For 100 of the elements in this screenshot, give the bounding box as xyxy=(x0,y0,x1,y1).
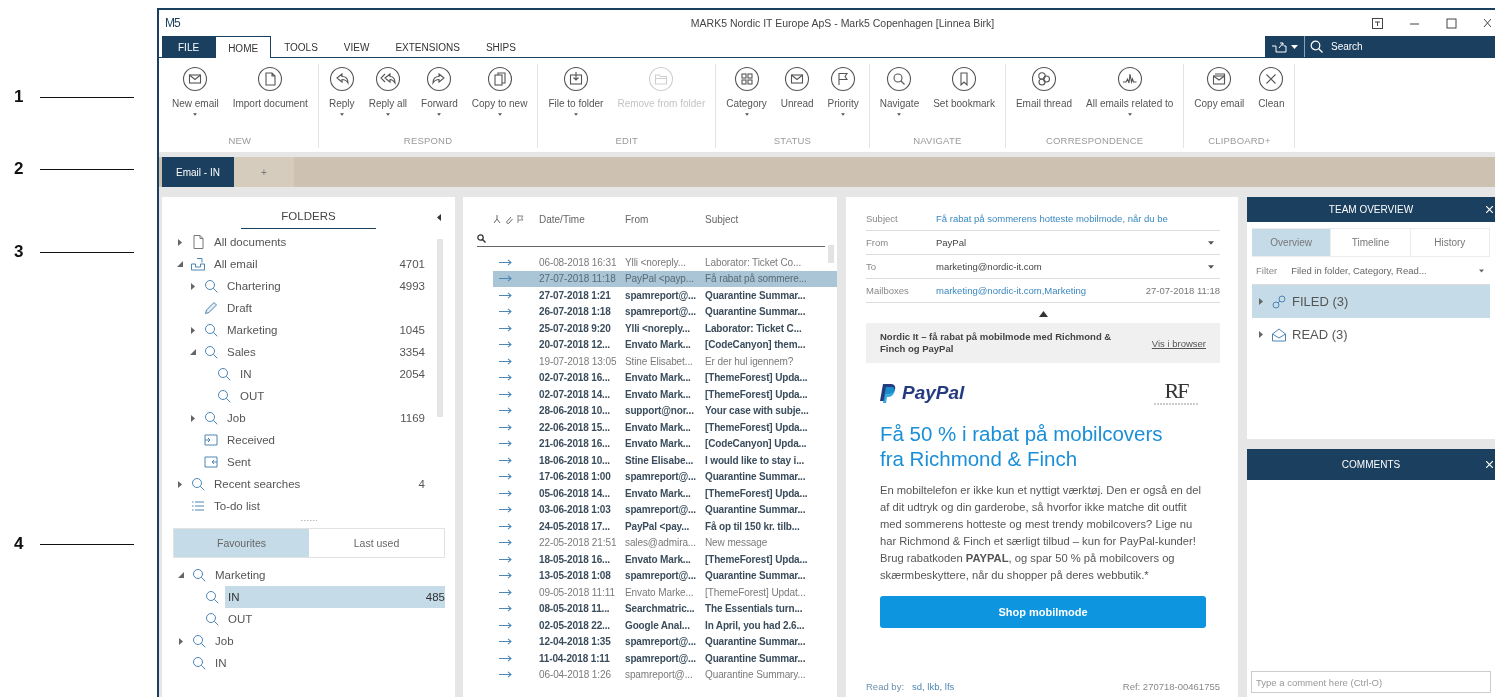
tree-item[interactable]: FILED (3) xyxy=(1252,285,1490,318)
email-row[interactable]: 22-06-2018 15... Envato Mark... [ThemeForest] Upda... xyxy=(493,419,837,436)
tree-item[interactable]: Chartering 4993 xyxy=(224,275,425,297)
email-row[interactable]: 19-07-2018 13:05 Stine Elisabet... Er der hul igennem? xyxy=(493,353,837,370)
email-row[interactable]: 21-06-2018 16... Envato Mark... [CodeCanyon] Upda... xyxy=(493,435,837,452)
email-row[interactable]: 22-05-2018 21:51 sales@admira... New message xyxy=(493,534,837,551)
menu-tab[interactable]: SHIPS xyxy=(472,36,529,57)
caret-icon[interactable] xyxy=(1291,44,1298,49)
tree-item[interactable]: To-do list xyxy=(211,495,425,517)
tree-item[interactable]: Job 1169 xyxy=(224,407,425,429)
menu-tab[interactable]: EXTENSIONS xyxy=(382,36,473,57)
caret-icon[interactable] xyxy=(1208,264,1214,269)
column-header[interactable]: Subject xyxy=(705,213,821,225)
tree-item[interactable]: All email 4701 xyxy=(211,253,425,275)
tree-item[interactable]: Job xyxy=(212,630,445,652)
scrollbar[interactable] xyxy=(828,245,834,263)
ribbon-button[interactable]: Copy email xyxy=(1190,64,1249,122)
tree-item[interactable]: READ (3) xyxy=(1252,318,1490,351)
resize-grip-icon[interactable] xyxy=(300,519,317,522)
ribbon-button[interactable]: Forward xyxy=(417,64,462,122)
close-icon[interactable] xyxy=(1486,461,1493,468)
email-row[interactable]: 18-05-2018 16... Envato Mark... [ThemeForest] Upda... xyxy=(493,551,837,568)
date-cell-text: 18-05-2018 16... xyxy=(539,553,611,565)
search-field[interactable]: Search xyxy=(1329,40,1483,53)
menu-tab[interactable]: TOOLS xyxy=(271,36,331,57)
panel-tab[interactable]: Favourites xyxy=(174,529,309,557)
collapse-panel-icon[interactable] xyxy=(437,214,441,221)
ribbon-button[interactable]: Set bookmark xyxy=(929,64,999,122)
caret-icon[interactable] xyxy=(1208,240,1214,245)
email-row[interactable]: 06-08-2018 16:31 Ylli <noreply... Laborator: Ticket Co... xyxy=(493,254,837,271)
ribbon-button[interactable]: Copy to new xyxy=(467,64,532,122)
email-row[interactable]: 08-05-2018 11... Searchmatric... The Essentials turn... xyxy=(493,600,837,617)
field-value[interactable]: Få rabat på sommerens hotteste mobilmode, når du be xyxy=(936,213,1214,224)
menu-tab[interactable]: VIEW xyxy=(330,36,383,57)
ribbon-button[interactable]: Import document xyxy=(228,64,312,122)
filter-dropdown[interactable]: Filed in folder, Category, Read... xyxy=(1291,265,1484,276)
ribbon-button[interactable]: Email thread xyxy=(1011,64,1077,122)
tree-item[interactable]: IN 485 xyxy=(225,586,445,608)
email-row[interactable]: 28-06-2018 10... support@nor... Your case with subje... xyxy=(493,402,837,419)
tree-item[interactable]: Marketing 1045 xyxy=(224,319,425,341)
email-row[interactable]: 05-06-2018 14... Envato Mark... [ThemeForest] Upda... xyxy=(493,485,837,502)
maximize-icon[interactable] xyxy=(1446,17,1457,29)
tree-item[interactable]: Draft xyxy=(224,297,425,319)
menu-tab[interactable]: HOME xyxy=(215,36,272,59)
tree-item[interactable]: Marketing xyxy=(212,564,445,586)
tree-item[interactable]: OUT xyxy=(237,385,425,407)
email-row[interactable]: 25-07-2018 9:20 Ylli <noreply... Laborator: Ticket C... xyxy=(493,320,837,337)
ribbon-button[interactable]: Navigate xyxy=(875,64,924,122)
ribbon-button[interactable]: Priority xyxy=(823,64,863,122)
document-tab[interactable]: Email - IN xyxy=(162,157,234,187)
comment-field[interactable]: Type a comment here (Ctrl-O) xyxy=(1251,671,1491,693)
collapse-header-icon[interactable] xyxy=(1038,311,1048,317)
tree-item[interactable]: Sales 3354 xyxy=(224,341,425,363)
tree-item[interactable]: Sent xyxy=(224,451,425,473)
email-row[interactable]: 12-04-2018 1:35 spamreport@... Quarantine Summar... xyxy=(493,633,837,650)
ribbon-button[interactable]: Reply all xyxy=(364,64,412,122)
column-header[interactable]: Date/Time xyxy=(539,213,625,225)
email-row[interactable]: 26-07-2018 1:18 spamreport@... Quarantine Summar... xyxy=(493,303,837,320)
panel-tab[interactable]: Timeline xyxy=(1331,228,1411,257)
email-row[interactable]: 18-06-2018 10... Stine Elisabe... I would like to stay i... xyxy=(493,452,837,469)
ribbon-button[interactable]: File to folder xyxy=(544,64,608,122)
tree-item[interactable]: IN 2054 xyxy=(237,363,425,385)
scrollbar[interactable] xyxy=(437,239,443,417)
tree-item[interactable]: Received xyxy=(224,429,425,451)
tree-item[interactable]: IN xyxy=(212,652,445,674)
email-row[interactable]: 13-05-2018 1:08 spamreport@... Quarantine Summar... xyxy=(493,567,837,584)
item-count: 1045 xyxy=(399,324,425,336)
browser-link[interactable]: Vis i browser xyxy=(1151,337,1206,349)
email-row[interactable]: 27-07-2018 1:21 spamreport@... Quarantine Summar... xyxy=(493,287,837,304)
field-value[interactable]: marketing@nordic-it.com,Marketing xyxy=(936,285,1140,296)
tree-item[interactable]: All documents xyxy=(211,231,425,253)
column-header[interactable]: From xyxy=(625,213,705,225)
email-row[interactable]: 06-04-2018 1:26 spamreport@... Quarantine Summary... xyxy=(493,666,837,683)
tree-item[interactable]: OUT xyxy=(225,608,445,630)
sender-cell-text: Google Anal... xyxy=(625,619,691,631)
email-row[interactable]: 11-04-2018 1:11 spamreport@... Quarantine Summar... xyxy=(493,650,837,667)
panel-tab[interactable]: History xyxy=(1410,228,1490,257)
flag-icon xyxy=(517,215,524,223)
ribbon-button[interactable]: Unread xyxy=(776,64,818,122)
email-row[interactable]: 24-05-2018 17... PayPal <pay... Få op til 150 kr. tilb... xyxy=(493,518,837,535)
pin-window-icon[interactable] xyxy=(1372,17,1383,29)
close-icon[interactable] xyxy=(1486,206,1493,213)
email-row[interactable]: 02-07-2018 16... Envato Mark... [ThemeForest] Upda... xyxy=(493,369,837,386)
email-row[interactable]: 02-05-2018 22... Google Anal... In April, you had 2.6... xyxy=(493,617,837,634)
email-row[interactable]: 09-05-2018 11:11 Envato Marke... [ThemeForest] Updat... xyxy=(493,584,837,601)
ribbon-button[interactable]: Category xyxy=(722,64,771,122)
ribbon-button[interactable]: Reply xyxy=(324,64,359,122)
ribbon-button[interactable]: All emails related to xyxy=(1082,64,1178,122)
ribbon-button[interactable]: Clean xyxy=(1254,64,1289,122)
ribbon-button[interactable]: New email xyxy=(168,64,223,122)
share-icon[interactable] xyxy=(1271,40,1288,53)
email-row[interactable]: 03-06-2018 1:03 spamreport@... Quarantine Summar... xyxy=(493,501,837,518)
email-row[interactable]: 17-06-2018 1:00 spamreport@... Quarantine Summar... xyxy=(493,468,837,485)
email-row[interactable]: 20-07-2018 12... Envato Mark... [CodeCanyon] them... xyxy=(493,336,837,353)
tree-item[interactable]: Recent searches 4 xyxy=(211,473,425,495)
field-label: Subject xyxy=(866,213,899,224)
email-row[interactable]: 02-07-2018 14... Envato Mark... [ThemeForest] Upda... xyxy=(493,386,837,403)
file-menu[interactable]: FILE xyxy=(162,36,216,57)
search-bar[interactable]: Search xyxy=(1265,36,1495,57)
close-icon[interactable] xyxy=(1483,17,1491,29)
